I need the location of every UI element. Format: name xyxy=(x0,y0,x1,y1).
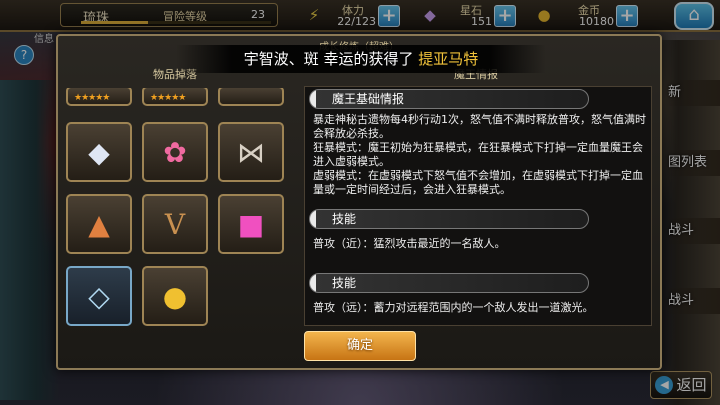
item-cell[interactable]: ✿ xyxy=(142,122,208,182)
skill2-header: 技能 xyxy=(309,273,589,293)
skill1-header: 技能 xyxy=(309,209,589,229)
item-cell[interactable] xyxy=(218,88,284,106)
item-cell[interactable]: ■ xyxy=(218,194,284,254)
item-cell[interactable]: V xyxy=(142,194,208,254)
item-cell[interactable]: ◇ xyxy=(66,266,132,326)
confirm-button[interactable]: 确定 xyxy=(304,331,416,361)
pink-box-icon: ■ xyxy=(237,207,265,241)
item-cell[interactable]: ⋈ xyxy=(218,122,284,182)
rarity-stars: ★★★★★ xyxy=(150,93,186,103)
toast-text: 宇智波、斑 幸运的获得了 xyxy=(243,50,414,68)
black-ribbon-icon: ⋈ xyxy=(237,135,265,169)
item-cell[interactable]: ▲ xyxy=(66,194,132,254)
item-cell[interactable]: ◆ xyxy=(66,122,132,182)
reward-toast: 宇智波、斑 幸运的获得了 提亚马特 xyxy=(176,45,546,73)
horn-icon: V xyxy=(164,207,186,241)
crystal-icon: ◇ xyxy=(88,279,110,313)
base-info-text: 暴走神秘古遗物每4秒行动1次，怒气值不满时释放普攻，怒气值满时会释放必杀技。 狂… xyxy=(313,113,646,196)
skill1-text: 普攻（近）：猛烈攻击最近的一名敌人。 xyxy=(313,237,506,250)
item-drop-grid: ★★★★★ ★★★★★ ◆ ✿ ⋈ ▲ V ■ ◇ ● xyxy=(66,88,296,328)
skill2-text: 普攻（远）：蓄力对远程范围内的一个敌人发出一道激光。 xyxy=(313,301,594,314)
rarity-stars: ★★★★★ xyxy=(74,93,110,103)
toast-item-name: 提亚马特 xyxy=(418,50,479,68)
item-cell[interactable]: ● xyxy=(142,266,208,326)
pink-ribbon-icon: ✿ xyxy=(163,135,187,169)
item-cell[interactable]: ★★★★★ xyxy=(66,88,132,106)
base-info-header: 魔王基础情报 xyxy=(309,89,589,109)
gold-coins-icon: ● xyxy=(162,279,188,313)
diamond-icon: ◆ xyxy=(88,135,110,169)
item-cell[interactable]: ★★★★★ xyxy=(142,88,208,106)
ore-icon: ▲ xyxy=(88,207,110,241)
boss-info-panel[interactable]: 魔王基础情报 暴走神秘古遗物每4秒行动1次，怒气值不满时释放普攻，怒气值满时会释… xyxy=(304,86,652,326)
